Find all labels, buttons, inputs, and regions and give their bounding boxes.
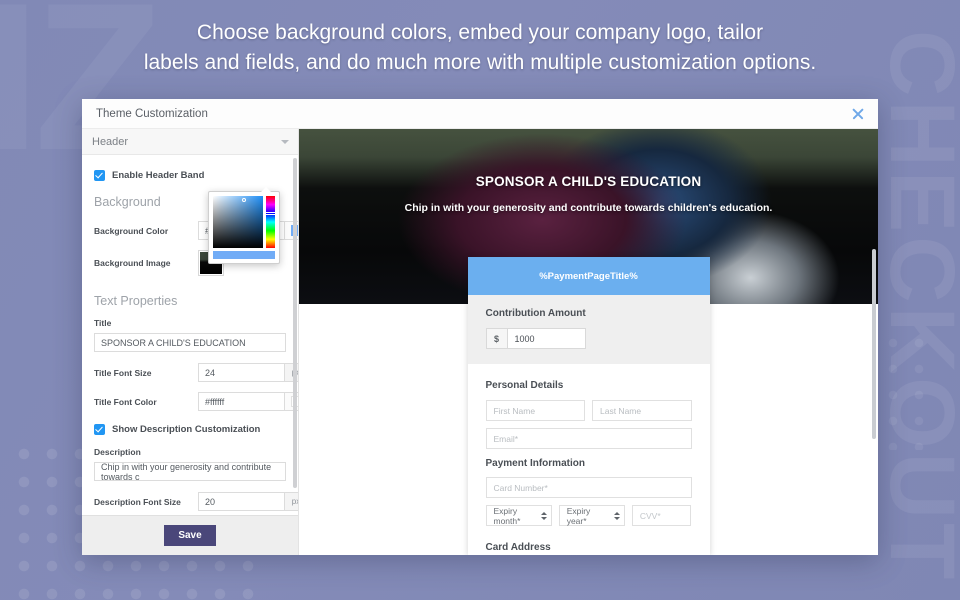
dot-pattern-right [880,330,940,450]
panel-footer: Save [82,515,298,555]
text-properties-title: Text Properties [94,294,178,308]
contribution-amount-row: $ 1000 [485,328,692,349]
color-picker-preview [213,251,275,259]
card-number-input[interactable]: Card Number* [485,477,692,498]
enable-header-band-label: Enable Header Band [112,170,205,181]
caption-line-1: Choose background colors, embed your com… [196,21,764,44]
payment-form-body: Personal Details First Name Last Name Em… [468,364,710,555]
theme-customization-modal: Theme Customization Header Enable Header… [82,99,878,555]
color-picker-popup[interactable] [208,187,280,264]
watermark-right-text: CHECKOUT [871,30,960,584]
expiry-year-value: Expiry year* [566,505,591,526]
modal-body: Header Enable Header Band Background Bac… [82,129,878,555]
expiry-month-select[interactable]: Expiry month* [485,505,552,526]
hero-title: SPONSOR A CHILD'S EDUCATION [475,174,702,189]
contribution-amount-section: Contribution Amount $ 1000 [467,295,710,364]
show-description-checkbox[interactable]: Show Description Customization [94,424,286,435]
enable-header-band-checkbox[interactable]: Enable Header Band [94,170,286,181]
hue-slider[interactable] [264,196,277,248]
section-dropdown[interactable]: Header [82,129,298,155]
checkmark-icon [94,170,105,181]
last-name-input[interactable]: Last Name [592,400,692,421]
modal-header: Theme Customization [82,99,878,129]
personal-details-label: Personal Details [485,380,564,391]
description-font-size-unit: px [285,492,298,511]
title-font-color-label: Title Font Color [94,396,157,407]
title-field-group: Title SPONSOR A CHILD'S EDUCATION [94,318,286,352]
caption-line-2: labels and fields, and do much more with… [143,51,817,74]
title-field-input[interactable]: SPONSOR A CHILD'S EDUCATION [94,333,286,352]
cvv-input[interactable]: CVV* [631,505,692,526]
card-address-label: Card Address [485,542,551,553]
expiry-year-select[interactable]: Expiry year* [558,505,625,526]
panel-scroll-area: Enable Header Band Background Background… [82,155,298,515]
description-field-label: Description [94,447,141,457]
save-button[interactable]: Save [164,525,216,546]
preview-scrollbar[interactable] [872,249,876,439]
hero-description: Chip in with your generosity and contrib… [404,202,773,214]
close-icon[interactable] [850,106,866,122]
description-field-input[interactable]: Chip in with your generosity and contrib… [94,462,286,482]
name-row: First Name Last Name [485,400,692,428]
payment-card-header: %PaymentPageTitle% [467,257,710,295]
description-font-size-row: Description Font Size 20 px [94,492,298,511]
payment-information-label: Payment Information [485,458,585,469]
saturation-value-area[interactable] [213,196,263,248]
contribution-amount-input[interactable]: 1000 [507,328,586,349]
customization-panel: Header Enable Header Band Background Bac… [82,129,299,555]
title-font-color-input[interactable]: #ffffff [198,392,285,411]
title-font-size-row: Title Font Size 24 px [94,363,298,382]
expiry-row: Expiry month* Expiry year* CVV* [485,505,692,533]
panel-scrollbar[interactable] [293,158,297,488]
title-font-color-row: Title Font Color #ffffff [94,392,298,411]
show-description-label: Show Description Customization [112,424,261,435]
contribution-amount-label: Contribution Amount [485,308,586,319]
checkmark-icon [94,424,105,435]
background-image-label: Background Image [94,258,171,268]
promo-caption: Choose background colors, embed your com… [0,18,960,78]
stepper-icon [613,511,620,520]
background-color-label: Background Color [94,225,169,236]
picker-cursor-icon [242,198,246,202]
description-field-group: Description Chip in with your generosity… [94,447,286,482]
picker-arrow-icon [261,187,271,192]
hue-slider-knob[interactable] [264,212,277,215]
payment-card: %PaymentPageTitle% Contribution Amount $… [467,257,710,555]
section-dropdown-value: Header [92,135,129,148]
title-font-size-input[interactable]: 24 [198,363,285,382]
title-font-size-label: Title Font Size [94,367,152,378]
email-input[interactable]: Email* [485,428,692,449]
first-name-input[interactable]: First Name [485,400,585,421]
expiry-month-value: Expiry month* [493,505,521,526]
currency-symbol: $ [485,328,508,349]
description-font-size-label: Description Font Size [94,496,181,507]
modal-title: Theme Customization [96,107,208,120]
theme-preview: SPONSOR A CHILD'S EDUCATION Chip in with… [299,129,878,555]
chevron-down-icon [281,139,289,144]
description-font-size-input[interactable]: 20 [198,492,285,511]
stepper-icon [540,511,547,520]
title-field-label: Title [94,318,112,328]
